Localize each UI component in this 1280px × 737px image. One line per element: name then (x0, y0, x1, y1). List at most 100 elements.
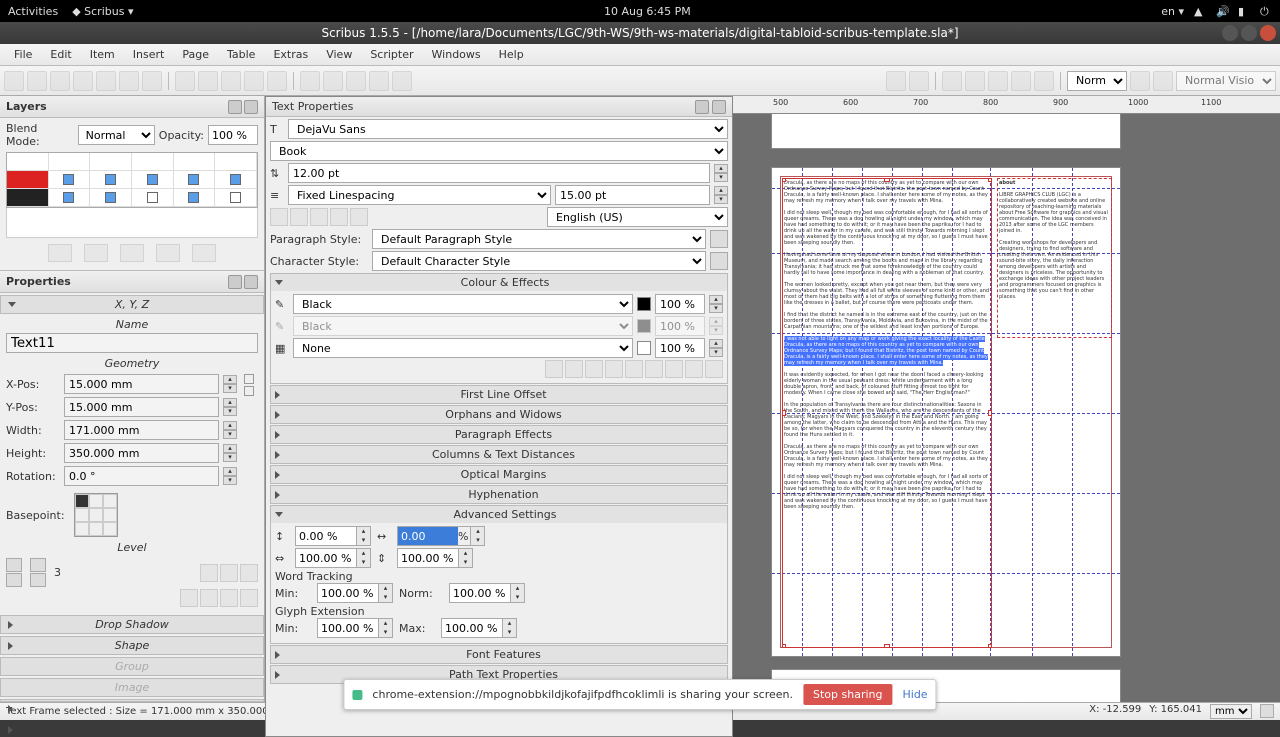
link-wh-icon[interactable] (244, 386, 254, 396)
tool-cms[interactable] (1130, 71, 1150, 91)
menu-help[interactable]: Help (491, 46, 532, 63)
first-line-offset-header[interactable]: First Line Offset (271, 386, 727, 403)
vscale-input[interactable] (398, 549, 458, 567)
name-input[interactable] (6, 333, 258, 353)
baseline-offset-input[interactable] (296, 527, 356, 545)
selected-text[interactable]: I was not able to light on any map or wo… (784, 336, 988, 366)
menu-extras[interactable]: Extras (265, 46, 316, 63)
pstyle-edit-button[interactable] (710, 230, 728, 248)
layer-remove-button[interactable] (84, 244, 108, 262)
tool-preflight[interactable] (119, 71, 139, 91)
layer2-color[interactable] (7, 189, 49, 207)
orphans-widows-header[interactable]: Orphans and Widows (271, 406, 727, 423)
clock[interactable]: 10 Aug 6:45 PM (133, 5, 1161, 18)
ungroup-icon[interactable] (200, 589, 218, 607)
align-forced-icon[interactable] (350, 208, 368, 226)
panel-close-icon[interactable] (244, 100, 258, 114)
font-style-select[interactable]: Book (270, 141, 728, 161)
stop-sharing-button[interactable]: Stop sharing (803, 684, 892, 705)
align-center-icon[interactable] (290, 208, 308, 226)
tool-editcontent[interactable] (1034, 71, 1054, 91)
fill-color-select[interactable]: Black (293, 294, 633, 314)
lock-size-icon[interactable] (220, 564, 238, 582)
link-xy-icon[interactable] (244, 374, 254, 384)
tool-table[interactable] (392, 71, 412, 91)
outline-icon[interactable] (685, 360, 703, 378)
tool-save[interactable] (50, 71, 70, 91)
network-icon[interactable]: ▲ (1194, 5, 1206, 17)
layer-print-check[interactable] (90, 171, 132, 189)
tool-undo[interactable] (175, 71, 195, 91)
layer-visible-check[interactable] (49, 171, 91, 189)
fill-shade-input[interactable] (655, 294, 705, 314)
page-current[interactable]: Dracula, as there are no maps of this co… (771, 167, 1121, 657)
tool-select[interactable] (300, 71, 320, 91)
tool-open[interactable] (27, 71, 47, 91)
tool-zoom[interactable] (1011, 71, 1031, 91)
underline-words-icon[interactable] (565, 360, 583, 378)
hyphenation-header[interactable]: Hyphenation (271, 486, 727, 503)
tool-pdf[interactable] (142, 71, 162, 91)
level-up-button[interactable] (6, 558, 22, 572)
flip-h-icon[interactable] (220, 589, 238, 607)
activities-menu[interactable]: Activities (8, 5, 58, 18)
power-icon[interactable]: ⏻ (1260, 5, 1272, 17)
props-shade-icon[interactable] (228, 275, 242, 289)
tool-textframe[interactable] (323, 71, 343, 91)
xyz-section[interactable]: X, Y, Z (0, 295, 264, 314)
wt-min-input[interactable] (318, 584, 378, 602)
ge-min-input[interactable] (318, 619, 378, 637)
tp-close-icon[interactable] (712, 100, 726, 114)
tool-measure[interactable] (942, 71, 962, 91)
tp-shade-icon[interactable] (695, 100, 709, 114)
menu-windows[interactable]: Windows (424, 46, 489, 63)
text-frame-sidebar[interactable]: about LIBRE GRAPHICS CLUB (LGC) is a col… (997, 178, 1112, 338)
tool-close[interactable] (73, 71, 93, 91)
unit-select[interactable]: mm (1210, 704, 1252, 719)
paragraph-effects-header[interactable]: Paragraph Effects (271, 426, 727, 443)
cstyle-edit-button[interactable] (710, 252, 728, 270)
width-input[interactable] (64, 420, 219, 440)
linespacing-input[interactable] (555, 185, 710, 205)
strike-icon[interactable] (665, 360, 683, 378)
close-button[interactable] (1260, 25, 1276, 41)
subscript-icon[interactable] (585, 360, 603, 378)
tool-imageframe[interactable] (346, 71, 366, 91)
noprint-icon[interactable] (240, 564, 258, 582)
language-select[interactable]: English (US) (547, 207, 728, 227)
tool-render[interactable] (369, 71, 389, 91)
pstyle-select[interactable]: Default Paragraph Style (372, 229, 706, 249)
linespacing-mode-select[interactable]: Fixed Linespacing (288, 185, 551, 205)
layer-up-button[interactable] (156, 244, 180, 262)
view-mode-select[interactable]: Normal (1067, 71, 1127, 91)
layer-dup-button[interactable] (120, 244, 144, 262)
tool-cut[interactable] (221, 71, 241, 91)
font-features-header[interactable]: Font Features (271, 646, 727, 663)
lang-indicator[interactable]: en ▾ (1161, 5, 1184, 18)
flip-v-icon[interactable] (240, 589, 258, 607)
basepoint-widget[interactable] (74, 493, 118, 537)
layer2-outline[interactable] (215, 189, 257, 207)
menu-edit[interactable]: Edit (42, 46, 79, 63)
blend-mode-select[interactable]: Normal (78, 125, 155, 145)
wt-norm-input[interactable] (450, 584, 510, 602)
align-right-icon[interactable] (310, 208, 328, 226)
tool-unlink[interactable] (909, 71, 929, 91)
columns-distances-header[interactable]: Columns & Text Distances (271, 446, 727, 463)
volume-icon[interactable]: 🔊 (1216, 5, 1228, 17)
advanced-settings-header[interactable]: Advanced Settings (271, 506, 727, 523)
shadow-icon[interactable] (705, 360, 723, 378)
color-mode-select[interactable]: Normal Vision (1176, 71, 1276, 91)
superscript-icon[interactable] (605, 360, 623, 378)
hide-banner-button[interactable]: Hide (902, 688, 927, 701)
menu-view[interactable]: View (318, 46, 360, 63)
layer2-print[interactable] (90, 189, 132, 207)
layer-add-button[interactable] (48, 244, 72, 262)
font-family-select[interactable]: DejaVu Sans (288, 119, 728, 139)
xpos-input[interactable] (64, 374, 219, 394)
optical-margins-header[interactable]: Optical Margins (271, 466, 727, 483)
level-bottom-button[interactable] (30, 573, 46, 587)
layer2-flow[interactable] (174, 189, 216, 207)
shape-section[interactable]: Shape (0, 636, 264, 655)
ypos-input[interactable] (64, 397, 219, 417)
